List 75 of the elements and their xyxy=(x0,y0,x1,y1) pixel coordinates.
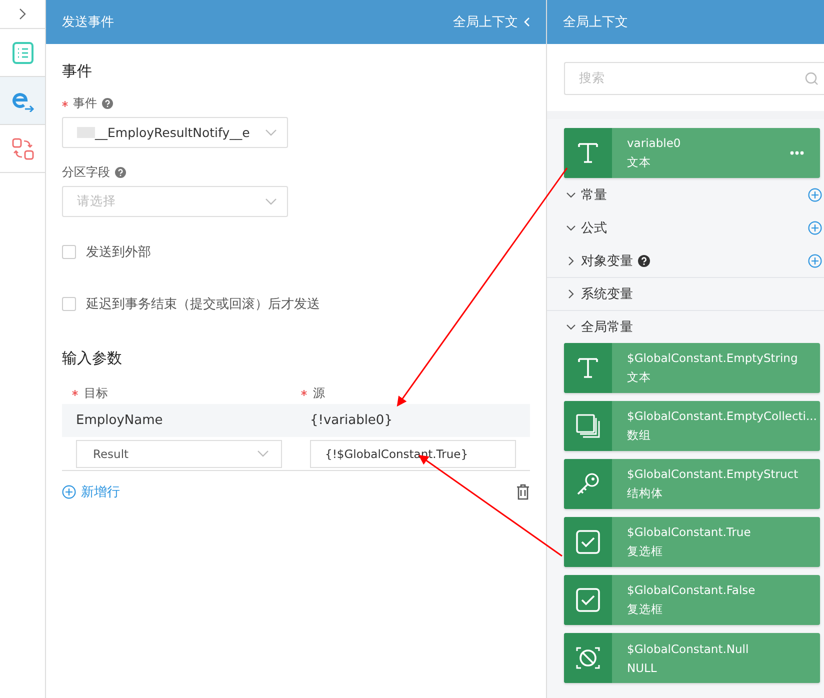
text-type-icon xyxy=(577,357,599,379)
dropdown-caret-icon xyxy=(265,198,277,205)
checklist-icon xyxy=(12,40,34,64)
event-select[interactable]: __EmployResultNotify__e xyxy=(62,117,288,148)
constant-type: 数组 xyxy=(627,428,652,443)
constant-name: $GlobalConstant.False xyxy=(627,583,756,597)
text-type-icon xyxy=(577,142,599,164)
section-row[interactable]: 公式 xyxy=(547,211,824,244)
sidebar-item[interactable] xyxy=(0,77,45,125)
chevron-icon xyxy=(566,289,576,299)
more-icon[interactable] xyxy=(790,151,804,155)
constant-card[interactable]: $GlobalConstant.EmptyCollecti... 数组 xyxy=(564,401,820,451)
chevron-icon xyxy=(566,190,576,200)
field-label: 分区字段 xyxy=(62,164,110,181)
search-icon xyxy=(805,72,818,85)
section-title: 事件 xyxy=(62,62,93,81)
checkbox[interactable] xyxy=(62,297,76,311)
constant-type: NULL xyxy=(627,660,658,674)
null-icon xyxy=(576,646,600,670)
constant-name: $GlobalConstant.EmptyCollecti... xyxy=(627,409,817,423)
constant-card[interactable]: $GlobalConstant.EmptyStruct 结构体 xyxy=(564,459,820,509)
checkbox-icon xyxy=(576,530,600,554)
partition-select[interactable]: 请选择 xyxy=(62,186,288,217)
constant-card[interactable]: $GlobalConstant.True 复选框 xyxy=(564,517,820,567)
help-icon[interactable] xyxy=(638,254,650,266)
dropdown-caret-icon xyxy=(257,450,269,457)
constant-card[interactable]: $GlobalConstant.EmptyString 文本 xyxy=(564,343,820,393)
variable-card[interactable]: variable0 文本 xyxy=(564,128,820,178)
add-icon[interactable] xyxy=(808,220,822,234)
section-row[interactable]: 常量 xyxy=(547,178,824,211)
section-title: 输入参数 xyxy=(62,349,123,368)
field-label: 事件 xyxy=(73,95,97,112)
constant-name: $GlobalConstant.EmptyStruct xyxy=(627,467,798,481)
source-text: {!variable0} xyxy=(310,413,392,428)
variable-name: variable0 xyxy=(627,136,681,150)
constant-name: $GlobalConstant.Null xyxy=(627,642,749,656)
chevron-icon xyxy=(566,322,576,332)
checkbox-label: 发送到外部 xyxy=(86,244,151,261)
chevron-left-icon xyxy=(523,17,530,27)
constant-type: 结构体 xyxy=(627,486,664,501)
swap-squares-icon xyxy=(12,138,34,160)
search-field[interactable]: 搜索 xyxy=(564,62,824,95)
constant-type: 复选框 xyxy=(627,544,664,559)
column-header: 目标 xyxy=(84,384,108,402)
add-row-link[interactable]: 新增行 xyxy=(62,483,120,501)
chevron-icon xyxy=(566,222,576,232)
checkbox[interactable] xyxy=(62,245,76,259)
constant-card[interactable]: $GlobalConstant.False 复选框 xyxy=(564,575,820,625)
add-icon[interactable] xyxy=(808,254,822,268)
variable-type: 文本 xyxy=(627,155,652,170)
context-link[interactable]: 全局上下文 xyxy=(453,13,530,31)
redacted-block xyxy=(77,127,95,138)
section-row[interactable]: 系统变量 xyxy=(547,277,824,310)
constant-type: 文本 xyxy=(627,370,652,385)
dropdown-caret-icon xyxy=(265,129,277,136)
panel-title: 发送事件 xyxy=(62,14,114,31)
constant-name: $GlobalConstant.EmptyString xyxy=(627,351,798,365)
add-icon[interactable] xyxy=(808,188,822,202)
add-icon xyxy=(62,485,76,499)
expand-chevron-icon[interactable] xyxy=(18,8,26,20)
delete-icon[interactable] xyxy=(516,484,530,500)
checkbox-label: 延迟到事务结束（提交或回滚）后才发送 xyxy=(86,296,320,313)
constant-name: $GlobalConstant.True xyxy=(627,525,751,539)
constant-type: 复选框 xyxy=(627,602,664,617)
key-icon xyxy=(576,472,600,496)
source-input[interactable]: {!$GlobalConstant.True} xyxy=(310,440,516,468)
panel-title: 全局上下文 xyxy=(563,14,628,31)
constant-card[interactable]: $GlobalConstant.Null NULL xyxy=(564,633,820,683)
target-select[interactable]: Result xyxy=(76,440,282,468)
stacked-squares-icon xyxy=(576,414,600,438)
chevron-icon xyxy=(566,256,576,266)
checkbox-icon xyxy=(576,588,600,612)
column-header: 源 xyxy=(313,384,325,402)
section-row[interactable]: 对象变量 xyxy=(547,244,824,277)
target-text: EmployName xyxy=(76,413,164,428)
